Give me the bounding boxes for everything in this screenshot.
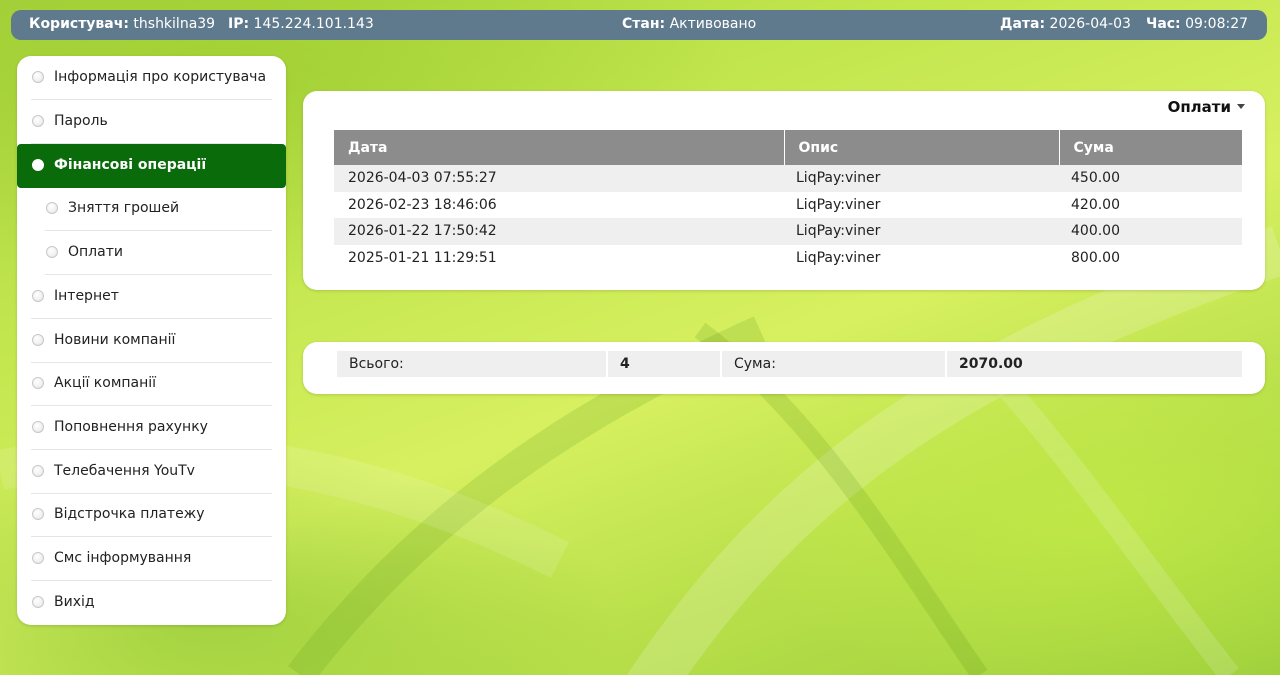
table-row: 2026-01-22 17:50:42 LiqPay:viner 400.00: [334, 218, 1242, 245]
ip-info: IP: 145.224.101.143: [228, 10, 374, 39]
user-value: thshkilna39: [133, 16, 216, 32]
sidebar-item-sms-notifications[interactable]: Смс інформування: [31, 537, 272, 581]
radio-bullet-icon: [46, 246, 58, 258]
sidebar-item-payment-deferral[interactable]: Відстрочка платежу: [31, 493, 272, 537]
sidebar-item-label: Фінансові операції: [54, 157, 207, 173]
sidebar-item-company-promotions[interactable]: Акції компанії: [31, 362, 272, 406]
radio-bullet-icon: [32, 71, 44, 83]
total-count-label: Всього:: [337, 351, 608, 377]
cell-date: 2025-01-21 11:29:51: [348, 249, 497, 266]
sidebar-item-label: Телебачення YouTv: [54, 463, 195, 479]
payments-title: Оплати: [1167, 98, 1231, 116]
cell-description: LiqPay:viner: [784, 165, 1059, 192]
column-header-date: Дата: [334, 130, 785, 165]
cell-description: LiqPay:viner: [796, 249, 881, 266]
totals-row: Всього: 4 Сума: 2070.00: [337, 351, 1242, 377]
column-header-amount: Сума: [1059, 130, 1242, 165]
sidebar-item-withdrawals[interactable]: Зняття грошей: [45, 187, 272, 231]
sidebar-item-label: Оплати: [68, 244, 123, 260]
sidebar-item-label: Вихід: [54, 594, 95, 610]
sidebar-item-payments[interactable]: Оплати: [45, 231, 272, 275]
cell-description: LiqPay:viner: [784, 218, 1059, 245]
radio-bullet-icon: [32, 334, 44, 346]
date-info: Дата: 2026-04-03: [1000, 10, 1131, 39]
sidebar-item-financial-operations[interactable]: Фінансові операції: [17, 144, 286, 188]
sidebar-item-logout[interactable]: Вихід: [31, 581, 272, 625]
radio-bullet-icon: [32, 290, 44, 302]
date-value: 2026-04-03: [1049, 16, 1131, 32]
cell-date: 2026-02-23 18:46:06: [348, 196, 497, 213]
state-value: Активовано: [669, 16, 757, 32]
payments-title-dropdown[interactable]: Оплати: [1168, 98, 1245, 116]
sidebar-item-label: Відстрочка платежу: [54, 506, 205, 522]
radio-bullet-icon: [32, 115, 44, 127]
table-row: 2026-02-23 18:46:06 LiqPay:viner 420.00: [334, 192, 1242, 219]
cell-amount: 450.00: [1059, 165, 1242, 192]
ip-value: 145.224.101.143: [253, 16, 374, 32]
sidebar-item-user-info[interactable]: Інформація про користувача: [31, 56, 272, 100]
user-label: Користувач:: [29, 16, 129, 32]
sidebar-item-company-news[interactable]: Новини компанії: [31, 319, 272, 363]
cell-date: 2026-04-03 07:55:27: [334, 165, 784, 192]
radio-bullet-icon: [32, 508, 44, 520]
date-label: Дата:: [1000, 16, 1046, 32]
total-sum-value: 2070.00: [959, 356, 1023, 372]
column-header-description: Опис: [784, 130, 1060, 165]
sidebar-item-label: Пароль: [54, 113, 108, 129]
sidebar-item-label: Смс інформування: [54, 550, 192, 566]
cell-date: 2026-01-22 17:50:42: [334, 218, 784, 245]
sidebar-item-label: Інтернет: [54, 288, 119, 304]
payments-panel: Оплати Дата Опис Сума 2026-04-03 07:55:2…: [303, 91, 1265, 290]
radio-bullet-icon: [32, 596, 44, 608]
sidebar-menu: Інформація про користувача Пароль Фінанс…: [17, 56, 286, 625]
time-value: 09:08:27: [1185, 16, 1249, 32]
sidebar-item-top-up[interactable]: Поповнення рахунку: [31, 406, 272, 450]
ip-label: IP:: [228, 16, 250, 32]
caret-down-icon: [1237, 104, 1245, 109]
radio-bullet-icon: [32, 377, 44, 389]
total-count-value: 4: [608, 351, 722, 377]
user-info: Користувач: thshkilna39: [29, 10, 215, 39]
state-info: Стан: Активовано: [622, 10, 756, 39]
radio-bullet-icon: [32, 421, 44, 433]
table-row: 2026-04-03 07:55:27 LiqPay:viner 450.00: [334, 165, 1242, 192]
sidebar-item-label: Акції компанії: [54, 375, 157, 391]
sidebar-item-password[interactable]: Пароль: [31, 100, 272, 144]
table-header-row: Дата Опис Сума: [334, 130, 1242, 165]
payments-table: Дата Опис Сума 2026-04-03 07:55:27 LiqPa…: [334, 130, 1242, 271]
sidebar-item-label: Інформація про користувача: [54, 69, 267, 85]
sidebar-item-label: Поповнення рахунку: [54, 419, 208, 435]
total-sum-label: Сума:: [722, 351, 947, 377]
sidebar-item-internet[interactable]: Інтернет: [31, 275, 272, 319]
sidebar-item-youtv[interactable]: Телебачення YouTv: [31, 450, 272, 494]
cell-amount: 420.00: [1071, 196, 1120, 213]
radio-bullet-icon: [32, 159, 44, 171]
cell-description: LiqPay:viner: [796, 196, 881, 213]
radio-bullet-icon: [32, 465, 44, 477]
totals-panel: Всього: 4 Сума: 2070.00: [303, 342, 1265, 394]
sidebar-item-label: Зняття грошей: [68, 200, 180, 216]
cell-amount: 800.00: [1071, 249, 1120, 266]
sidebar-item-label: Новини компанії: [54, 332, 176, 348]
radio-bullet-icon: [46, 202, 58, 214]
cell-amount: 400.00: [1059, 218, 1242, 245]
state-label: Стан:: [622, 16, 666, 32]
time-label: Час:: [1146, 16, 1181, 32]
top-status-bar: Користувач: thshkilna39 IP: 145.224.101.…: [11, 10, 1267, 40]
table-row: 2025-01-21 11:29:51 LiqPay:viner 800.00: [334, 245, 1242, 272]
time-info: Час: 09:08:27: [1146, 10, 1248, 39]
radio-bullet-icon: [32, 552, 44, 564]
